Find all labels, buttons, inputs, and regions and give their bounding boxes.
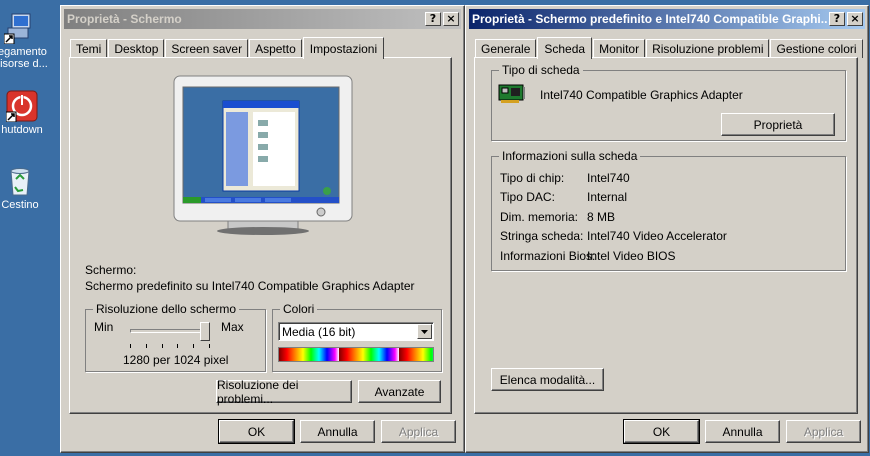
resolution-group-title: Risoluzione dello schermo <box>93 302 240 316</box>
adapter-panel: Tipo di scheda Intel740 Compatible Graph… <box>474 57 858 414</box>
info-label-dac: Tipo DAC: <box>500 190 555 204</box>
resolution-max-label: Max <box>221 320 244 334</box>
color-spectrum-bar <box>278 347 434 362</box>
tab-general[interactable]: Generale <box>475 39 537 58</box>
resolution-value: 1280 per 1024 pixel <box>123 353 229 367</box>
adapter-type-title: Tipo di scheda <box>499 63 583 77</box>
icon-label: Cestino <box>1 199 39 211</box>
cancel-button[interactable]: Annulla <box>300 420 375 443</box>
color-depth-value: Media (16 bit) <box>282 325 356 339</box>
info-value-bios: Intel Video BIOS <box>587 249 676 263</box>
tab-desktop[interactable]: Desktop <box>108 39 165 58</box>
colors-group-title: Colori <box>280 302 318 316</box>
adapter-info-title: Informazioni sulla scheda <box>499 149 641 163</box>
troubleshoot-button[interactable]: Risoluzione dei problemi... <box>216 378 352 406</box>
color-depth-select[interactable]: Media (16 bit) <box>278 322 434 341</box>
icon-label: hutdown <box>1 124 43 136</box>
tab-adapter[interactable]: Scheda <box>537 37 593 59</box>
adapter-type-group: Tipo di scheda Intel740 Compatible Graph… <box>491 63 846 141</box>
monitor-preview <box>173 75 353 235</box>
info-value-dac: Internal <box>587 190 628 204</box>
close-button[interactable]: × <box>443 12 459 26</box>
graphics-card-icon <box>498 83 526 105</box>
tab-strip: Generale Scheda Monitor Risoluzione prob… <box>475 36 864 59</box>
info-value-chip: Intel740 <box>587 171 630 185</box>
info-label-chip: Tipo di chip: <box>500 171 565 185</box>
cancel-button[interactable]: Annulla <box>705 420 780 443</box>
adapter-info-group: Informazioni sulla scheda Tipo di chip: … <box>491 149 846 271</box>
info-value-memory: 8 MB <box>587 210 616 224</box>
tab-monitor[interactable]: Monitor <box>593 39 646 58</box>
recycle-bin[interactable]: Cestino <box>0 165 50 211</box>
help-button[interactable]: ? <box>425 12 441 26</box>
tab-strip: Temi Desktop Screen saver Aspetto Impost… <box>70 36 385 59</box>
help-button[interactable]: ? <box>829 12 845 26</box>
icon-label: Risorse d... <box>0 58 48 70</box>
slider-thumb[interactable] <box>200 322 210 341</box>
adapter-properties-window: Proprietà - Schermo predefinito e Intel7… <box>465 5 869 453</box>
computer-network-icon <box>3 12 36 45</box>
ok-button[interactable]: OK <box>218 419 295 444</box>
display-properties-window: Proprietà - Schermo ? × Temi Desktop Scr… <box>60 5 465 453</box>
network-shortcut[interactable]: llegamento Risorse d... <box>0 12 50 70</box>
info-value-adapter-string: Intel740 Video Accelerator <box>587 229 727 243</box>
slider-ticks <box>130 344 210 348</box>
tab-color-management[interactable]: Gestione colori <box>770 39 863 58</box>
adapter-name: Intel740 Compatible Graphics Adapter <box>540 88 743 102</box>
window-title: Proprietà - Schermo predefinito e Intel7… <box>472 12 827 26</box>
title-bar[interactable]: Proprietà - Schermo ? × <box>64 9 461 29</box>
window-title: Proprietà - Schermo <box>67 12 182 26</box>
title-bar[interactable]: Proprietà - Schermo predefinito e Intel7… <box>469 9 865 29</box>
tab-troubleshoot[interactable]: Risoluzione problemi <box>646 39 770 58</box>
apply-button[interactable]: Applica <box>381 420 456 443</box>
tab-settings[interactable]: Impostazioni <box>302 37 385 59</box>
close-button[interactable]: × <box>847 12 863 26</box>
icon-label: llegamento <box>0 46 47 58</box>
info-label-bios: Informazioni Bios: <box>500 249 596 263</box>
tab-screen-saver[interactable]: Screen saver <box>165 39 249 58</box>
info-label-memory: Dim. memoria: <box>500 210 579 224</box>
resolution-slider[interactable] <box>130 322 210 348</box>
advanced-button[interactable]: Avanzate <box>358 380 441 403</box>
recycle-bin-icon <box>4 165 36 197</box>
adapter-properties-button[interactable]: Proprietà <box>721 113 835 136</box>
shutdown-shortcut[interactable]: hutdown <box>0 90 52 136</box>
resolution-min-label: Min <box>94 320 114 334</box>
power-icon <box>5 90 38 123</box>
dropdown-arrow-icon[interactable] <box>417 324 432 339</box>
slider-track <box>130 329 210 333</box>
resolution-group: Risoluzione dello schermo Min Max 1280 p… <box>85 302 266 372</box>
display-value: Schermo predefinito su Intel740 Compatib… <box>85 279 415 293</box>
display-caption: Schermo: <box>85 263 137 277</box>
settings-panel: Schermo: Schermo predefinito su Intel740… <box>69 57 452 414</box>
tab-themes[interactable]: Temi <box>70 39 108 58</box>
apply-button[interactable]: Applica <box>786 420 861 443</box>
ok-button[interactable]: OK <box>623 419 700 444</box>
list-modes-button[interactable]: Elenca modalità... <box>491 368 604 391</box>
colors-group: Colori Media (16 bit) <box>272 302 442 372</box>
tab-appearance[interactable]: Aspetto <box>249 39 302 58</box>
info-label-adapter-string: Stringa scheda: <box>500 229 584 243</box>
